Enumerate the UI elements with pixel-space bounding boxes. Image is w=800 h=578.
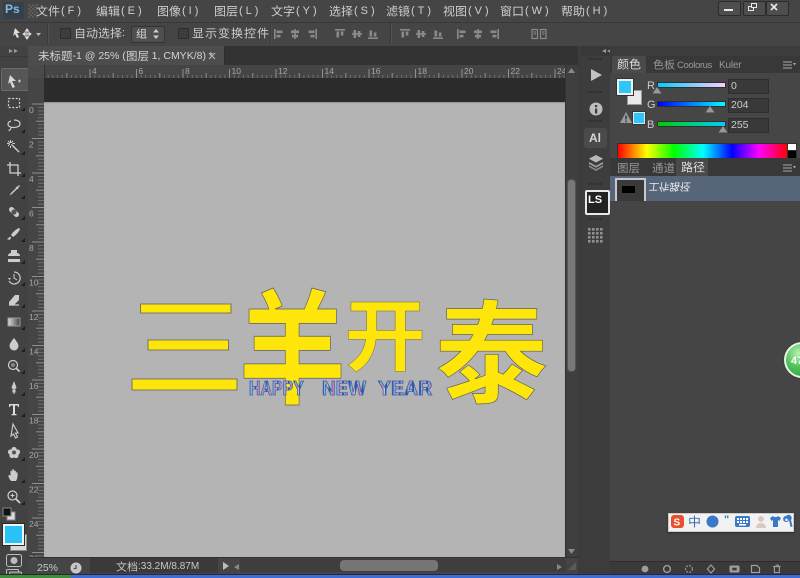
svg-text:S: S — [674, 518, 681, 529]
svg-text:47: 47 — [791, 355, 800, 367]
